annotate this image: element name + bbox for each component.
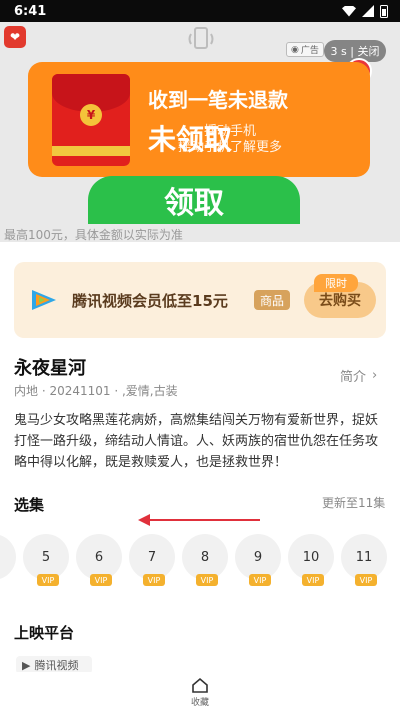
ad-claim-button[interactable]: 领取 <box>88 176 300 224</box>
chevron-right-icon: › <box>372 368 378 383</box>
vip-badge: VIP <box>143 574 165 586</box>
content-card: 腾讯视频会员低至15元 商品 去购买 限时 永夜星河 内地 · 20241101… <box>0 242 400 674</box>
episode-number: 11 <box>355 549 373 565</box>
vip-banner[interactable]: 腾讯视频会员低至15元 商品 去购买 限时 <box>14 262 386 338</box>
ad-area[interactable]: ❤ ◉ 广告 3 s | 关闭 3 ¥ 收到一笔未退款 未领取 摇动手机 摇动手… <box>0 22 400 242</box>
bottom-bar: 收藏 <box>0 672 400 712</box>
episodes-title: 选集 <box>14 496 45 514</box>
phone-shake-icon <box>182 24 218 54</box>
tencent-video-icon <box>32 290 56 310</box>
favorite-button[interactable]: 收藏 <box>191 677 209 708</box>
ad-mark-icon: ◉ <box>291 44 299 55</box>
episode-number: 7 <box>147 549 157 565</box>
episode-item[interactable]: 9 VIP <box>235 534 281 586</box>
episode-number: 9 <box>253 549 263 565</box>
app-logo-icon: ❤ <box>4 26 26 48</box>
episode-list[interactable]: 5 VIP 6 VIP 7 VIP 8 VIP 9 VIP 10 VIP 11 VIP <box>0 534 400 592</box>
red-envelope-icon: ¥ <box>52 74 130 166</box>
battery-icon <box>380 4 388 18</box>
episode-item[interactable]: 6 VIP <box>76 534 122 586</box>
vip-banner-text: 腾讯视频会员低至15元 <box>72 292 228 310</box>
coin-icon: ¥ <box>80 104 102 126</box>
show-meta: 内地 · 20241101 · ,爱情,古装 <box>14 384 178 398</box>
episode-item[interactable] <box>0 534 16 580</box>
episode-item[interactable]: 11 VIP <box>341 534 387 586</box>
episode-number: 5 <box>41 549 51 565</box>
episode-number: 8 <box>200 549 210 565</box>
tencent-video-icon: ▶ <box>22 658 31 672</box>
status-icons <box>342 4 388 18</box>
limited-tag: 限时 <box>314 274 358 292</box>
episode-number: 10 <box>302 549 320 565</box>
vip-badge: VIP <box>249 574 271 586</box>
show-description: 鬼马少女攻略黑莲花病娇，高燃集结闯关万物有爱新世界，捉妖打怪一路升级，缔结动人情… <box>14 413 379 470</box>
ad-card[interactable]: ¥ 收到一笔未退款 未领取 摇动手机 摇动手机了解更多 <box>28 62 370 177</box>
episode-number: 6 <box>94 549 104 565</box>
signal-icon <box>362 5 374 17</box>
product-chip: 商品 <box>254 290 291 310</box>
episode-item[interactable]: 5 VIP <box>23 534 69 586</box>
ad-tag: ◉ 广告 <box>286 42 324 57</box>
status-time: 6:41 <box>14 3 47 19</box>
ad-headline: 收到一笔未退款 <box>148 88 288 112</box>
vip-badge: VIP <box>302 574 324 586</box>
vip-badge: VIP <box>37 574 59 586</box>
episode-item[interactable]: 7 VIP <box>129 534 175 586</box>
episode-item[interactable]: 8 VIP <box>182 534 228 586</box>
show-title: 永夜星河 <box>14 358 86 379</box>
platforms-title: 上映平台 <box>14 624 75 642</box>
arrow-left-icon <box>138 514 260 526</box>
episode-item[interactable]: 10 VIP <box>288 534 334 586</box>
wifi-icon <box>342 5 356 17</box>
vip-badge: VIP <box>355 574 377 586</box>
vip-badge: VIP <box>90 574 112 586</box>
vip-badge: VIP <box>196 574 218 586</box>
shake-hint: 摇动手机 摇动手机了解更多 <box>178 124 283 155</box>
intro-link[interactable]: 简介 › <box>340 366 377 385</box>
home-icon <box>192 677 208 693</box>
ad-footnote: 最高100元，具体金额以实际为准 <box>4 228 183 242</box>
status-bar: 6:41 <box>0 0 400 22</box>
update-status[interactable]: 更新至11集 <box>322 494 385 511</box>
